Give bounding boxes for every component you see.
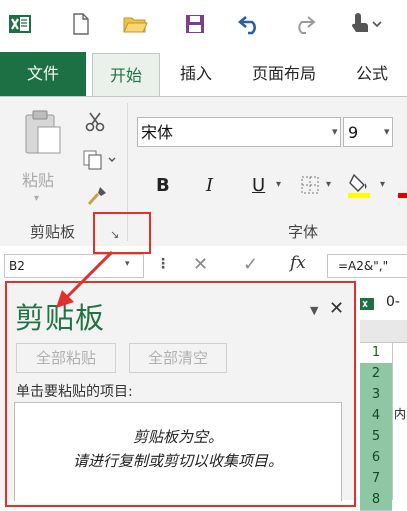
underline-dropdown-icon[interactable]: ▾ — [276, 179, 281, 190]
borders-icon[interactable] — [300, 175, 320, 195]
font-name-combo[interactable]: 宋体 — [137, 117, 341, 147]
tab-home[interactable]: 开始 — [92, 53, 160, 97]
tab-file[interactable]: 文件 — [0, 52, 86, 96]
paste-dropdown-icon[interactable]: ▾ — [34, 193, 39, 204]
font-name-dropdown-icon[interactable]: ▾ — [332, 117, 338, 147]
pane-highlight-box — [5, 281, 356, 507]
row-header-8[interactable]: 8 — [360, 489, 392, 511]
font-size-value: 9 — [348, 123, 359, 142]
new-file-icon[interactable] — [67, 9, 95, 39]
ribbon-home: 粘贴 ▾ 剪贴板 ↘ 宋体 ▾ 9 ▾ B I U ▾ ▾ ▾ 字体 — [0, 96, 407, 248]
redo-icon[interactable] — [290, 9, 318, 39]
tab-insert[interactable]: 插入 — [165, 52, 227, 96]
undo-icon[interactable] — [236, 9, 264, 39]
sheet-corner[interactable] — [360, 320, 407, 343]
paste-icon[interactable] — [20, 109, 64, 157]
row-header-2[interactable]: 2 — [360, 363, 392, 385]
formula-bar: B2 ▾ ⋮ ✕ ✓ fx =A2&"," — [0, 246, 407, 285]
cut-icon[interactable] — [84, 111, 106, 133]
excel-logo-icon — [6, 9, 34, 39]
worksheet[interactable]: 0- 内 1 2 3 4 5 6 7 8 — [356, 284, 407, 511]
more-options-icon[interactable]: ⋮ — [156, 256, 170, 272]
save-icon[interactable] — [181, 9, 209, 39]
fill-color-dropdown-icon[interactable]: ▾ — [380, 179, 385, 190]
touch-mode-icon[interactable] — [344, 9, 384, 39]
formula-input[interactable]: =A2&"," — [327, 254, 407, 278]
fill-color-icon[interactable] — [346, 171, 374, 199]
row-header-3[interactable]: 3 — [360, 384, 392, 406]
tab-page-layout[interactable]: 页面布局 — [240, 52, 328, 96]
row-header-1[interactable]: 1 — [360, 342, 392, 364]
row-header-6[interactable]: 6 — [360, 447, 392, 469]
quick-access-toolbar — [0, 0, 407, 52]
insert-function-icon[interactable]: fx — [290, 253, 306, 273]
enter-icon[interactable]: ✓ — [243, 254, 258, 275]
name-box-dropdown-icon[interactable]: ▾ — [125, 259, 130, 269]
font-size-dropdown-icon[interactable]: ▾ — [384, 117, 390, 147]
copy-icon[interactable] — [82, 149, 118, 171]
borders-dropdown-icon[interactable]: ▾ — [326, 179, 331, 190]
format-painter-icon[interactable] — [86, 185, 108, 207]
launcher-highlight-box — [93, 212, 151, 254]
tab-formulas[interactable]: 公式 — [342, 52, 402, 96]
font-name-value: 宋体 — [141, 123, 174, 142]
name-box[interactable]: B2 — [4, 254, 144, 278]
open-folder-icon[interactable] — [121, 9, 149, 39]
row-header-7[interactable]: 7 — [360, 468, 392, 490]
ribbon-tab-bar: 文件 开始 插入 页面布局 公式 — [0, 52, 407, 97]
italic-button[interactable]: I — [206, 175, 213, 196]
row-header-5[interactable]: 5 — [360, 426, 392, 448]
paste-button[interactable]: 粘贴 — [22, 167, 54, 191]
bold-button[interactable]: B — [156, 175, 170, 196]
row-header-4[interactable]: 4 — [360, 405, 392, 427]
sheet-tab-label: 0- — [386, 294, 400, 310]
cancel-entry-icon[interactable]: ✕ — [193, 254, 208, 275]
sheet-excel-icon — [360, 296, 374, 310]
cell-a4-text: 内 — [394, 407, 407, 421]
font-group-label: 字体 — [288, 223, 319, 241]
underline-button[interactable]: U — [252, 175, 265, 196]
clipboard-group-label: 剪贴板 — [30, 223, 76, 241]
font-color-icon[interactable] — [398, 193, 407, 198]
